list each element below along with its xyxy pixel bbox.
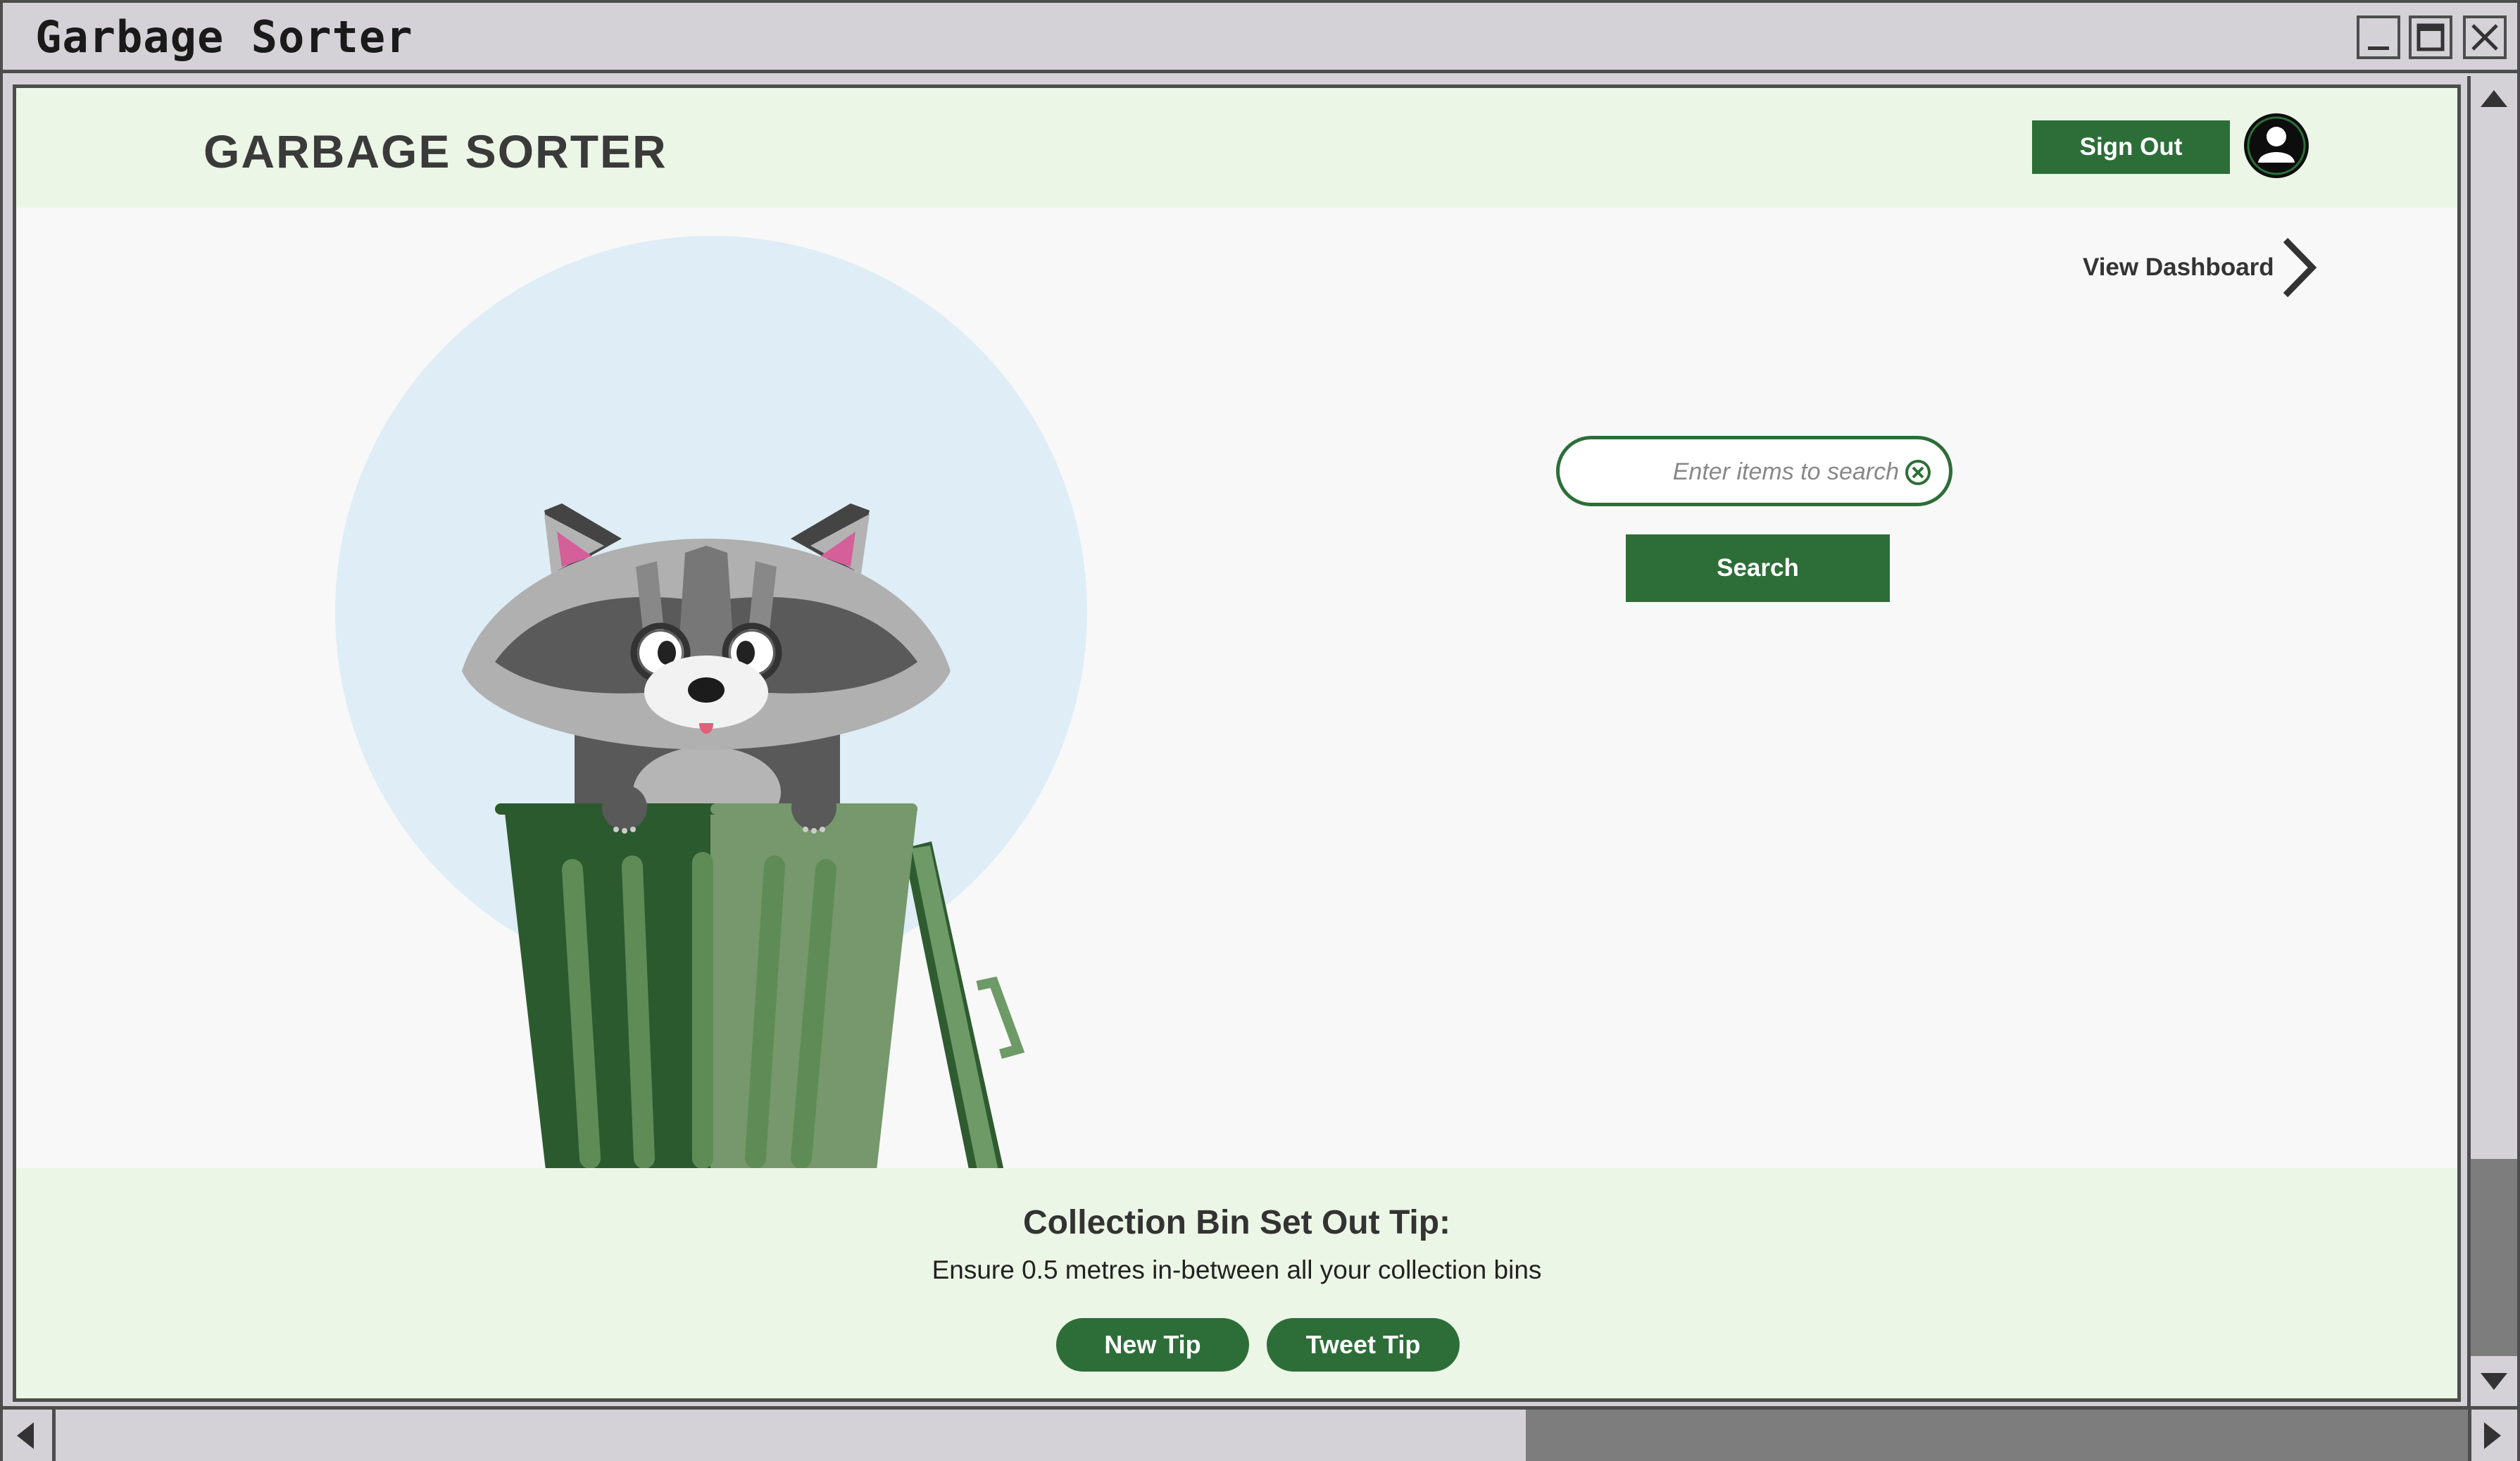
sign-out-button[interactable]: Sign Out: [2032, 120, 2230, 174]
search-input[interactable]: [1588, 446, 1900, 497]
minimize-icon: [2368, 46, 2389, 50]
maximize-button[interactable]: [2409, 15, 2452, 59]
maximize-icon: [2416, 23, 2445, 51]
tip-body: Ensure 0.5 metres in-between all your co…: [932, 1255, 1542, 1284]
vertical-scroll-thumb[interactable]: [2471, 1159, 2517, 1356]
window-titlebar[interactable]: Garbage Sorter: [3, 3, 2517, 73]
minimize-button[interactable]: [2357, 15, 2400, 59]
user-avatar-icon[interactable]: [2243, 112, 2310, 180]
scrollbar-divider: [52, 1410, 56, 1461]
chevron-right-icon: [2283, 237, 2317, 298]
scroll-up-arrow-icon[interactable]: [2478, 86, 2510, 110]
new-tip-button[interactable]: New Tip: [1056, 1318, 1249, 1372]
app-logo: GARBAGE SORTER: [203, 125, 667, 177]
close-icon: [2471, 24, 2498, 51]
horizontal-scrollbar[interactable]: [3, 1406, 2517, 1461]
vertical-scrollbar[interactable]: [2467, 76, 2517, 1406]
horizontal-scroll-thumb[interactable]: [1526, 1410, 2468, 1461]
search-button[interactable]: Search: [1626, 534, 1890, 602]
view-dashboard-label: View Dashboard: [2083, 253, 2274, 281]
app-window: Garbage Sorter GARBAGE SORTER Sign Out V…: [0, 0, 2520, 1461]
page-viewport: GARBAGE SORTER Sign Out View Dashboard E…: [13, 84, 2461, 1402]
window-title: Garbage Sorter: [35, 11, 413, 63]
close-button[interactable]: [2463, 15, 2507, 59]
clear-circle-x-icon[interactable]: [1903, 458, 1933, 487]
search-box: [1556, 436, 1952, 506]
scroll-left-arrow-icon[interactable]: [13, 1419, 37, 1452]
scroll-down-arrow-icon[interactable]: [2478, 1370, 2510, 1394]
scroll-right-arrow-icon[interactable]: [2481, 1419, 2505, 1452]
tweet-tip-button[interactable]: Tweet Tip: [1267, 1318, 1460, 1372]
view-dashboard-link[interactable]: View Dashboard: [2083, 232, 2321, 303]
app-header: GARBAGE SORTER Sign Out: [16, 88, 2457, 208]
scrollbar-divider: [2468, 1410, 2471, 1461]
tip-title: Collection Bin Set Out Tip:: [1022, 1204, 1451, 1241]
raccoon-trash-can-illustration: [335, 236, 1089, 1213]
tip-section: Collection Bin Set Out Tip: Ensure 0.5 m…: [16, 1168, 2457, 1398]
